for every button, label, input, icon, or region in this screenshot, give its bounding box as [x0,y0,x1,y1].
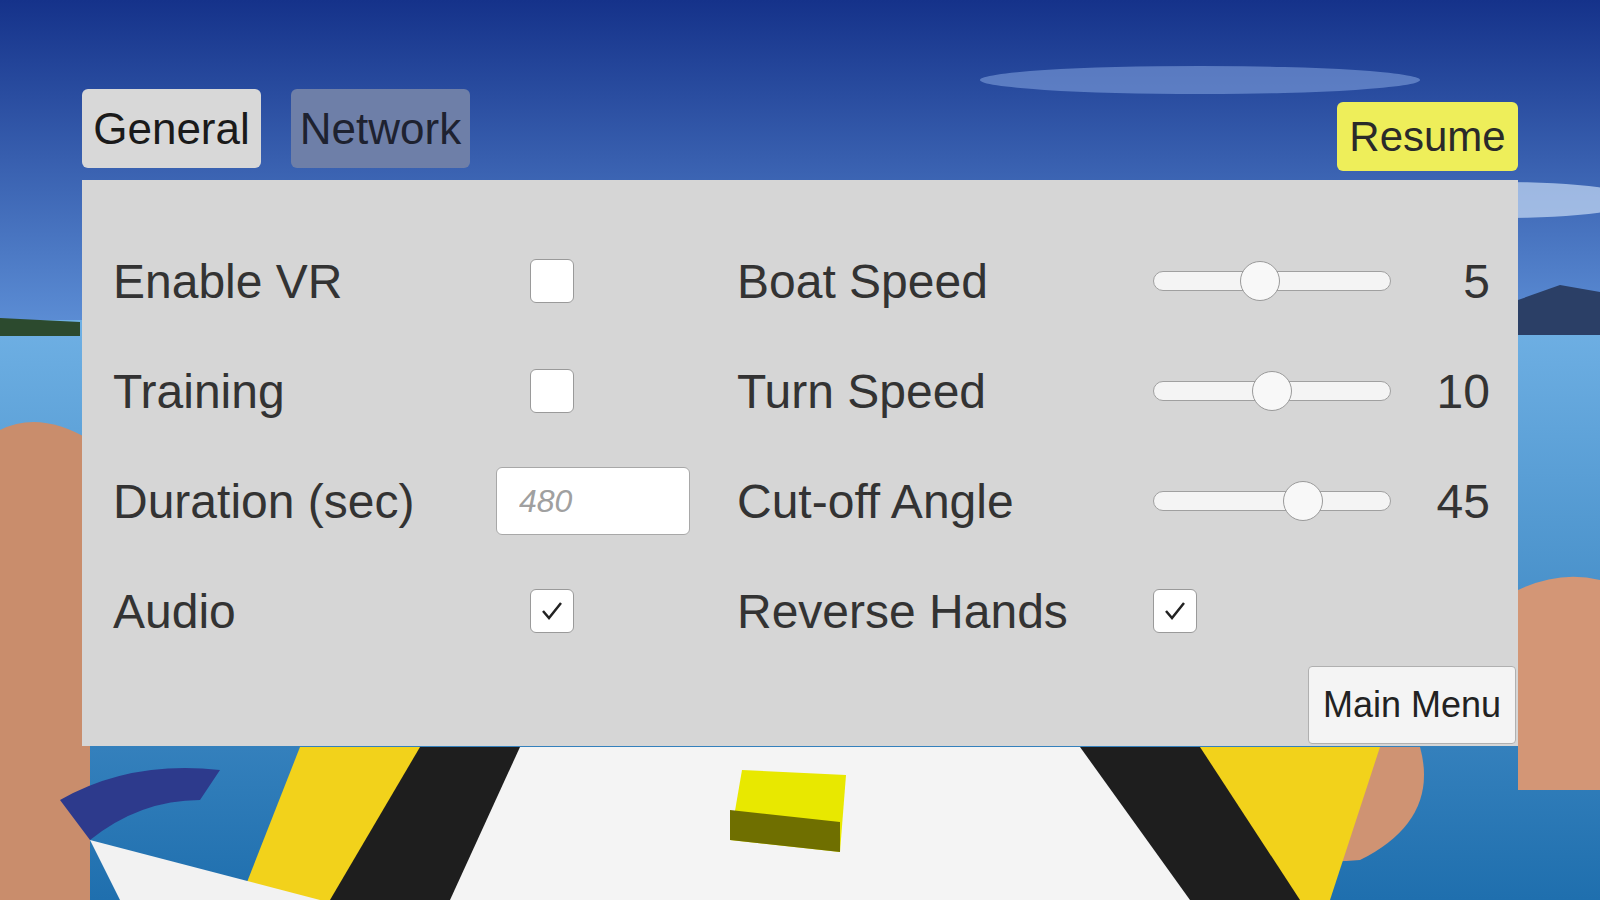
setting-label: Boat Speed [737,254,1153,309]
game-screen: General Network Resume Enable VR Training Dur… [0,0,1600,900]
setting-label: Turn Speed [737,364,1153,419]
sky [0,0,1600,330]
main-menu-button[interactable]: Main Menu [1308,666,1516,744]
setting-row: Cut-off Angle 45 [737,446,1490,556]
slider-reading: 45 [1396,474,1490,529]
checkbox[interactable] [530,369,574,413]
setting-row: Duration (sec) [113,446,737,556]
setting-label: Training [113,364,496,419]
shore [0,318,80,336]
menu-bar: General Network Resume [82,89,1518,168]
setting-row: Audio [113,556,737,666]
boat-deck [450,747,1190,900]
slider-thumb[interactable] [1283,481,1323,521]
slider[interactable] [1153,491,1391,511]
panel-footer: Main Menu [113,666,1516,744]
setting-row: Reverse Hands [737,556,1490,666]
boat-stripe [90,840,320,900]
checkbox[interactable] [1153,589,1197,633]
setting-label: Enable VR [113,254,496,309]
duration-field[interactable] [496,467,690,535]
tab[interactable]: General [82,89,261,168]
settings-grid: Enable VR Training Duration (sec) Audio Boat… [113,226,1516,666]
setting-label: Audio [113,584,496,639]
setting-row: Training [113,336,737,446]
boat-rail [60,768,220,840]
mountains [1518,285,1600,335]
checkbox[interactable] [530,589,574,633]
setting-row: Enable VR [113,226,737,336]
checkbox[interactable] [530,259,574,303]
slider-reading: 5 [1396,254,1490,309]
slider-thumb[interactable] [1240,261,1280,301]
boat-hull [240,747,1380,900]
setting-label: Cut-off Angle [737,474,1153,529]
slider[interactable] [1153,271,1391,291]
slider-thumb[interactable] [1252,371,1292,411]
boat-rim [330,747,1300,900]
slider[interactable] [1153,381,1391,401]
boat-marker [730,770,846,852]
check-icon [538,597,566,625]
check-icon [1161,597,1189,625]
tab[interactable]: Network [291,89,470,168]
tab-bar: General Network [82,89,470,168]
setting-label: Duration (sec) [113,474,496,529]
setting-row: Turn Speed 10 [737,336,1490,446]
settings-panel: Enable VR Training Duration (sec) Audio Boat… [82,180,1518,746]
right-hand [1518,577,1600,790]
boat-marker-side [730,810,840,852]
resume-button[interactable]: Resume [1337,102,1518,171]
settings-menu: General Network Resume Enable VR Training Dur… [0,0,1518,746]
cloud [980,66,1420,94]
setting-label: Reverse Hands [737,584,1153,639]
left-hand [0,422,90,900]
slider-reading: 10 [1396,364,1490,419]
setting-row: Boat Speed 5 [737,226,1490,336]
